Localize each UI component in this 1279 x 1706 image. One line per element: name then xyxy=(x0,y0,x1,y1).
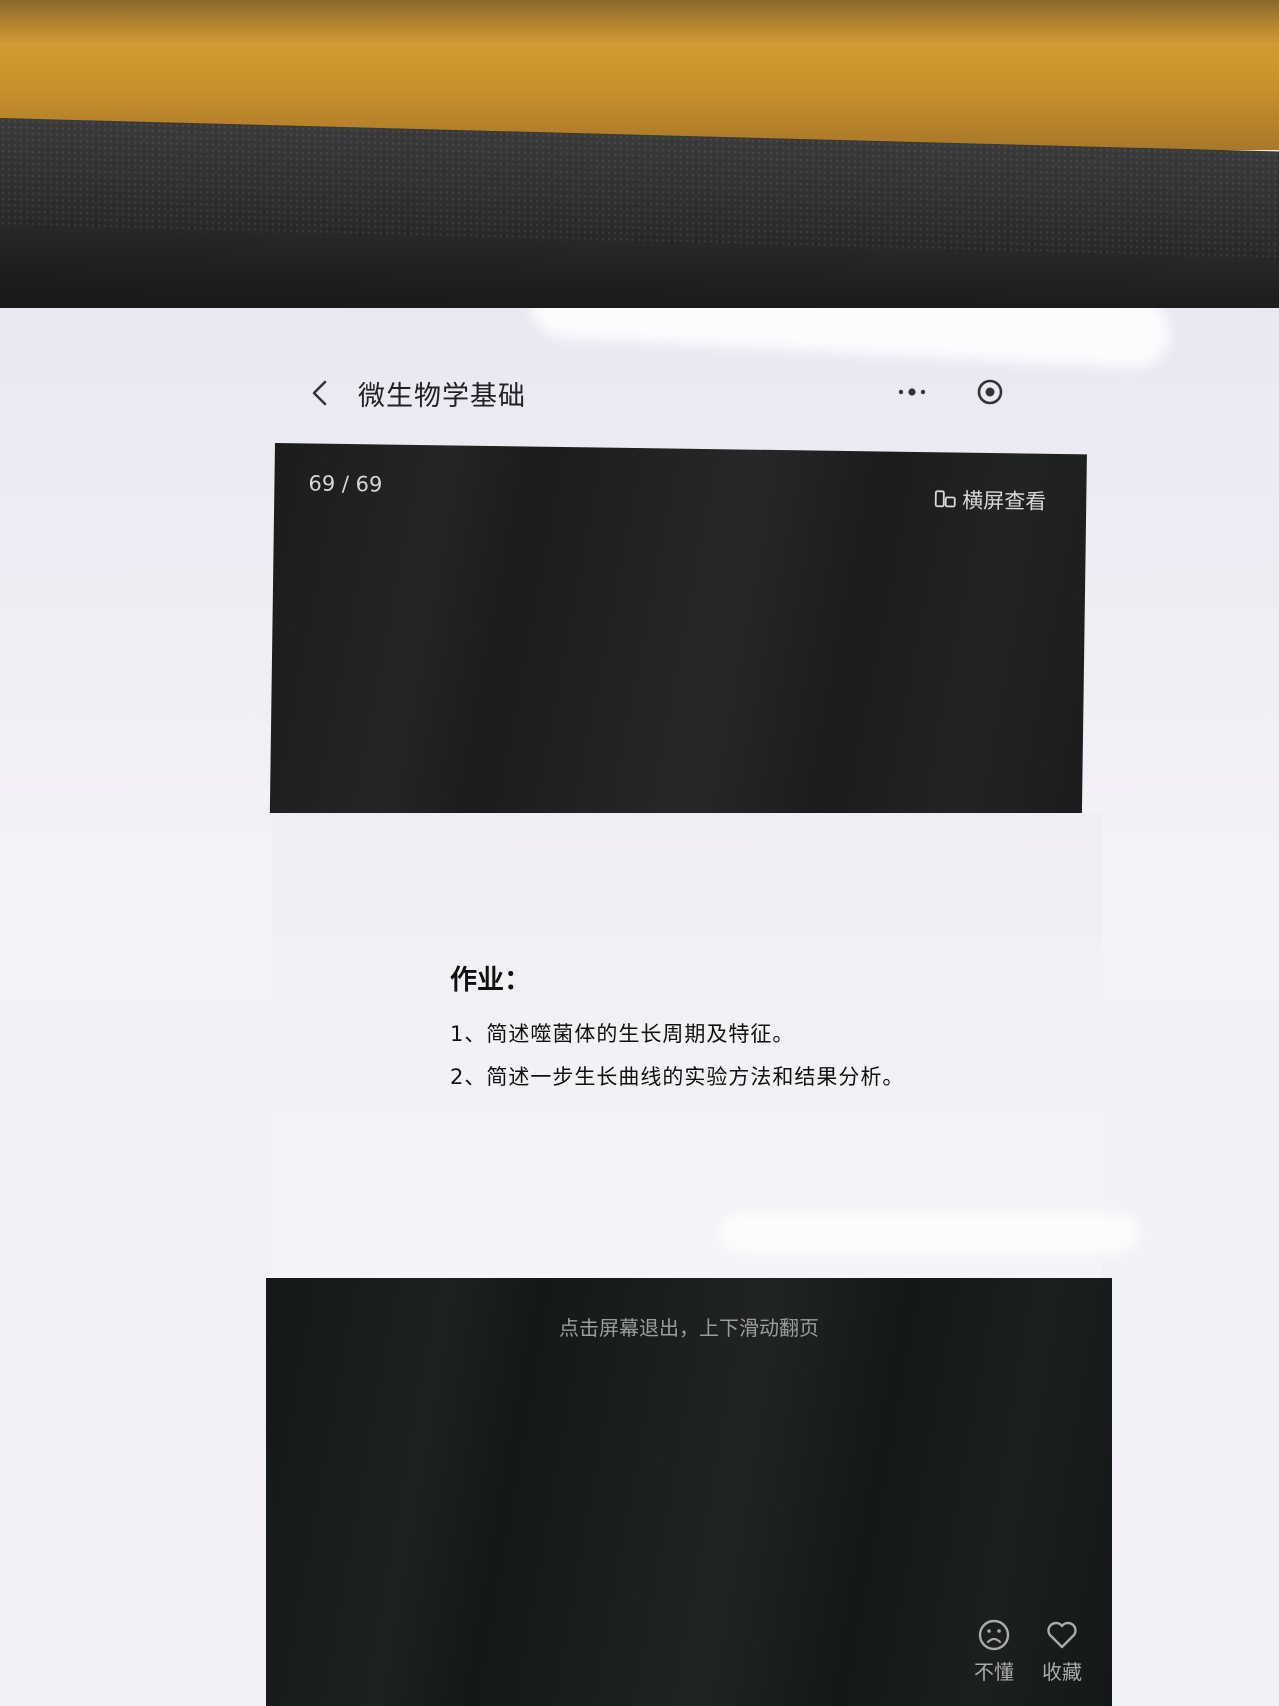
app-header: 微生物学基础 xyxy=(300,368,1060,418)
rotate-screen-icon xyxy=(934,490,956,508)
favorite-button[interactable]: 收藏 xyxy=(1042,1618,1082,1685)
more-button[interactable] xyxy=(892,372,932,412)
slide-preview-top[interactable]: 69 / 69 横屏查看 xyxy=(269,443,1087,825)
bottom-actions: 不懂 收藏 xyxy=(974,1618,1082,1685)
back-button[interactable] xyxy=(300,373,340,413)
more-dots-icon xyxy=(898,388,926,396)
light-glare xyxy=(528,308,1172,370)
photo-stage: 微生物学基础 69 / 69 横屏查看 作业： 1、简述噬菌体的生长周期及特征。… xyxy=(0,0,1279,1706)
light-glare xyxy=(720,1213,1140,1253)
homework-title: 作业： xyxy=(450,965,531,996)
heart-icon xyxy=(1047,1621,1077,1649)
viewer-overlay[interactable]: 点击屏幕退出，上下滑动翻页 不懂 收藏 xyxy=(266,1278,1112,1706)
sad-face-icon xyxy=(978,1619,1010,1651)
dont-understand-label: 不懂 xyxy=(974,1660,1014,1684)
homework-item: 1、简述噬菌体的生长周期及特征。 xyxy=(450,1022,795,1046)
dont-understand-button[interactable]: 不懂 xyxy=(974,1618,1014,1685)
tablet-screen: 微生物学基础 69 / 69 横屏查看 作业： 1、简述噬菌体的生长周期及特征。… xyxy=(0,308,1279,1706)
landscape-view-label: 横屏查看 xyxy=(962,488,1047,514)
close-miniprogram-button[interactable] xyxy=(970,372,1010,412)
favorite-label: 收藏 xyxy=(1042,1660,1082,1684)
landscape-view-button[interactable]: 横屏查看 xyxy=(934,484,1046,516)
chevron-left-icon xyxy=(312,380,327,406)
page-title: 微生物学基础 xyxy=(358,380,526,412)
homework-item: 2、简述一步生长曲线的实验方法和结果分析。 xyxy=(450,1065,905,1089)
header-actions xyxy=(892,372,1010,412)
page-counter: 69 / 69 xyxy=(308,471,383,497)
target-icon xyxy=(977,379,1003,405)
exit-hint: 点击屏幕退出，上下滑动翻页 xyxy=(559,1316,819,1340)
